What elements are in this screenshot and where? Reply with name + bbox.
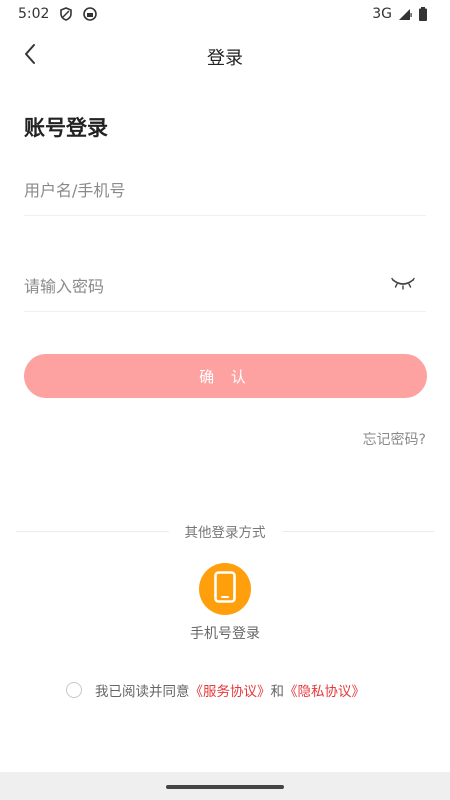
agreement-prefix: 我已阅读并同意	[95, 684, 190, 700]
phone-login-button[interactable]: 手机号登录	[175, 563, 275, 643]
username-field-row	[24, 166, 426, 216]
service-agreement-link[interactable]: 《服务协议》	[190, 680, 271, 700]
network-type: 3G	[372, 6, 392, 22]
status-left: 5:02	[18, 6, 98, 22]
shield-icon	[59, 7, 73, 21]
section-title: 账号登录	[24, 116, 108, 140]
nav-bar: 登录	[0, 34, 450, 78]
status-bar: 5:02 3G	[0, 0, 450, 28]
home-indicator[interactable]	[166, 785, 284, 789]
password-visibility-toggle[interactable]	[390, 274, 416, 294]
signal-icon	[398, 7, 412, 21]
app-notification-icon	[83, 7, 98, 21]
divider-line-left	[16, 530, 169, 532]
status-time: 5:02	[18, 6, 50, 22]
password-field-row	[24, 262, 426, 312]
status-right: 3G	[372, 6, 432, 22]
forgot-password-link[interactable]: 忘记密码?	[363, 429, 426, 449]
confirm-button[interactable]: 确 认	[24, 354, 427, 398]
other-login-label: 其他登录方式	[184, 525, 266, 541]
page-title: 登录	[207, 48, 243, 69]
password-input[interactable]	[24, 262, 384, 310]
phone-icon	[214, 571, 236, 607]
agreement-checkbox[interactable]	[66, 682, 82, 698]
agreement-and: 和	[270, 684, 285, 700]
privacy-agreement-link[interactable]: 《隐私协议》	[284, 680, 365, 700]
eye-closed-icon	[391, 275, 415, 294]
phone-login-circle[interactable]	[199, 563, 251, 615]
divider-line-right	[281, 530, 434, 532]
username-input[interactable]	[24, 166, 384, 214]
other-login-divider: 其他登录方式	[16, 521, 434, 541]
agreement-row: 我已阅读并同意 《服务协议》 和 《隐私协议》	[66, 680, 365, 700]
phone-login-label: 手机号登录	[190, 626, 260, 642]
system-nav-bar	[0, 772, 450, 800]
battery-icon	[418, 7, 432, 21]
